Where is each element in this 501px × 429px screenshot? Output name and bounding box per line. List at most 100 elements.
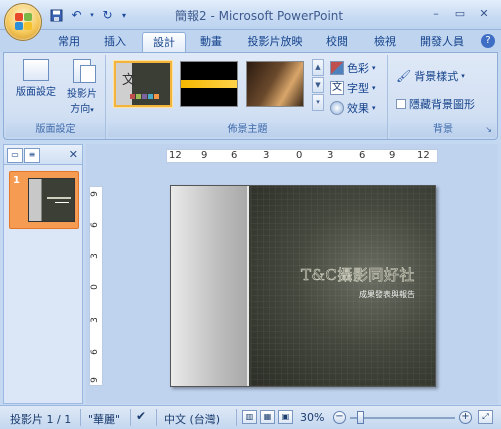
restore-icon[interactable]: ▭ [449, 4, 471, 22]
zoom-in-icon[interactable]: + [459, 411, 472, 424]
slide-subtitle[interactable]: 成果發表與報告 [359, 289, 415, 300]
tab-slideshow[interactable]: 投影片放映 [242, 32, 308, 52]
help-icon[interactable]: ? [481, 34, 495, 48]
ruler-tick-label: 6 [89, 349, 100, 355]
horizontal-ruler: 12 9 6 3 0 3 6 9 12 [166, 149, 438, 163]
zoom-level[interactable]: 30% [300, 411, 324, 424]
tab-view[interactable]: 檢視 [366, 32, 404, 52]
outline-tab-icon[interactable]: ≡ [24, 148, 40, 163]
theme-fonts-button[interactable]: 文 字型 ▾ [330, 79, 376, 97]
ruler-tick-label: 0 [89, 284, 100, 290]
office-logo-icon [15, 13, 33, 31]
dropdown-arrow-icon: ▾ [461, 72, 465, 80]
redo-icon[interactable]: ↻ [99, 7, 116, 23]
tab-design[interactable]: 設計 [142, 32, 186, 52]
tab-review[interactable]: 校閱 [318, 32, 356, 52]
fit-to-window-icon[interactable]: ⤢ [478, 410, 493, 424]
effects-icon [330, 101, 344, 115]
page-setup-group: 版面設定 投影片 方向▾ 版面設定 [6, 55, 106, 139]
close-pane-icon[interactable]: ✕ [69, 148, 78, 161]
gallery-up-icon[interactable]: ▲ [312, 59, 324, 76]
slides-tab-icon[interactable]: ▭ [7, 148, 23, 163]
page-setup-button[interactable]: 版面設定 [14, 59, 58, 98]
dropdown-arrow-icon: ▾ [372, 64, 376, 72]
slideshow-view-icon[interactable]: ▣ [278, 410, 293, 424]
slide-right-panel [251, 186, 435, 386]
status-bar: 投影片 1 / 1 "華麗" ✔ 中文 (台灣) ▥ ▦ ▣ 30% − + ⤢ [0, 405, 501, 429]
customize-qat-icon[interactable]: ▾ [119, 7, 129, 23]
ruler-tick-label: 9 [89, 191, 100, 197]
slide-canvas[interactable]: T&C攝影同好社 成果發表與報告 [170, 185, 436, 387]
slide-title[interactable]: T&C攝影同好社 [301, 264, 415, 285]
ruler-tick-label: 3 [89, 253, 100, 259]
vertical-ruler: 9 6 3 0 3 6 9 [89, 186, 103, 386]
themes-group: 文 ▲ ▼ ▾ 色彩 ▾ 文 字型 ▾ 效果 ▾ 佈景主題 [108, 55, 388, 139]
save-icon[interactable] [48, 7, 65, 23]
spell-check-icon[interactable]: ✔ [136, 409, 146, 423]
ruler-tick-label: 6 [359, 150, 366, 161]
ruler-tick-label: 3 [263, 150, 270, 161]
tab-insert[interactable]: 插入 [96, 32, 134, 52]
themes-group-label: 佈景主題 [108, 123, 387, 137]
theme-fonts-label: 字型 [347, 82, 369, 95]
gallery-down-icon[interactable]: ▼ [312, 76, 324, 94]
slide-orientation-icon [73, 59, 96, 83]
theme-thumb-current[interactable]: 文 [114, 61, 172, 107]
slide-orientation-button[interactable]: 投影片 方向▾ [62, 59, 102, 115]
ruler-tick-label: 9 [89, 377, 100, 383]
zoom-slider[interactable] [350, 417, 455, 419]
zoom-slider-thumb[interactable] [357, 411, 364, 424]
theme-gallery-scroll: ▲ ▼ ▾ [312, 59, 324, 112]
tab-animations[interactable]: 動畫 [192, 32, 230, 52]
theme-effects-label: 效果 [347, 102, 369, 115]
theme-thumb-2[interactable] [180, 61, 238, 107]
theme-colors-button[interactable]: 色彩 ▾ [330, 59, 376, 77]
page-setup-icon [23, 59, 49, 81]
colors-icon [330, 61, 344, 75]
background-group-label-text: 背景 [433, 124, 453, 135]
theme-colors-label: 色彩 [347, 62, 369, 75]
window-title: 簡報2 - Microsoft PowerPoint [175, 9, 344, 23]
theme-name[interactable]: "華麗" [88, 411, 120, 427]
hide-background-graphics-checkbox[interactable]: 隱藏背景圖形 [396, 95, 475, 113]
dropdown-arrow-icon: ▾ [372, 84, 376, 92]
close-icon[interactable]: ✕ [473, 4, 495, 22]
theme-effects-button[interactable]: 效果 ▾ [330, 99, 376, 117]
gallery-more-icon[interactable]: ▾ [312, 94, 324, 112]
page-setup-button-label: 版面設定 [16, 87, 56, 98]
title-bar: ↶ ▾ ↻ ▾ 簡報2 - Microsoft PowerPoint – ▭ ✕ [0, 0, 501, 41]
ruler-tick-label: 0 [296, 150, 303, 161]
undo-icon[interactable]: ↶ [68, 7, 85, 23]
fonts-icon: 文 [330, 81, 344, 95]
ruler-tick-label: 6 [89, 222, 100, 228]
background-group-label: 背景 ↘ [390, 123, 496, 137]
slide-thumbnail-selected[interactable]: 1 [9, 171, 79, 229]
slide-info: 投影片 1 / 1 [10, 413, 72, 426]
ruler-tick-label: 12 [169, 150, 182, 161]
tab-developer[interactable]: 開發人員 [414, 32, 470, 52]
ruler-tick-label: 9 [389, 150, 396, 161]
paint-bucket-icon: 🖌 [396, 69, 412, 83]
window-controls: – ▭ ✕ [425, 4, 495, 22]
theme-thumb-3[interactable] [246, 61, 304, 107]
ruler-tick-label: 3 [89, 317, 100, 323]
zoom-out-icon[interactable]: − [333, 411, 346, 424]
ruler-tick-label: 9 [201, 150, 208, 161]
background-styles-button[interactable]: 🖌 背景樣式 ▾ [396, 67, 465, 85]
dialog-launcher-icon[interactable]: ↘ [485, 123, 492, 137]
slide-orientation-label-2: 方向 [70, 104, 91, 115]
slide-thumbnail-image [28, 178, 75, 222]
hide-background-graphics-label: 隱藏背景圖形 [409, 98, 475, 111]
theme-color-strip [130, 94, 159, 99]
undo-dropdown-icon[interactable]: ▾ [88, 7, 96, 23]
background-styles-label: 背景樣式 [414, 70, 459, 83]
dropdown-arrow-icon: ▾ [372, 104, 376, 112]
slide-sorter-view-icon[interactable]: ▦ [260, 410, 275, 424]
minimize-icon[interactable]: – [425, 4, 447, 22]
tab-home[interactable]: 常用 [50, 32, 88, 52]
slide-orientation-label-1: 投影片 [67, 89, 97, 100]
theme-thumb-glyph: 文 [122, 73, 136, 88]
office-button[interactable] [4, 3, 42, 41]
language-indicator[interactable]: 中文 (台灣) [164, 411, 220, 427]
normal-view-icon[interactable]: ▥ [242, 410, 257, 424]
